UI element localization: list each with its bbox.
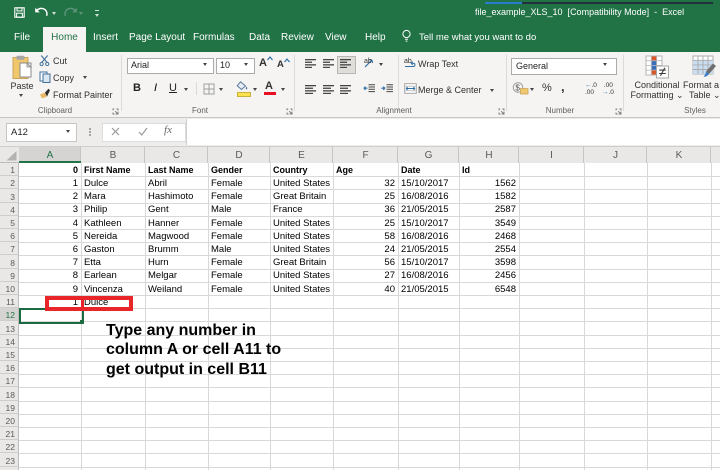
svg-text:ab: ab	[364, 58, 372, 65]
svg-text:$: $	[515, 83, 520, 92]
svg-text:ab: ab	[404, 58, 412, 65]
